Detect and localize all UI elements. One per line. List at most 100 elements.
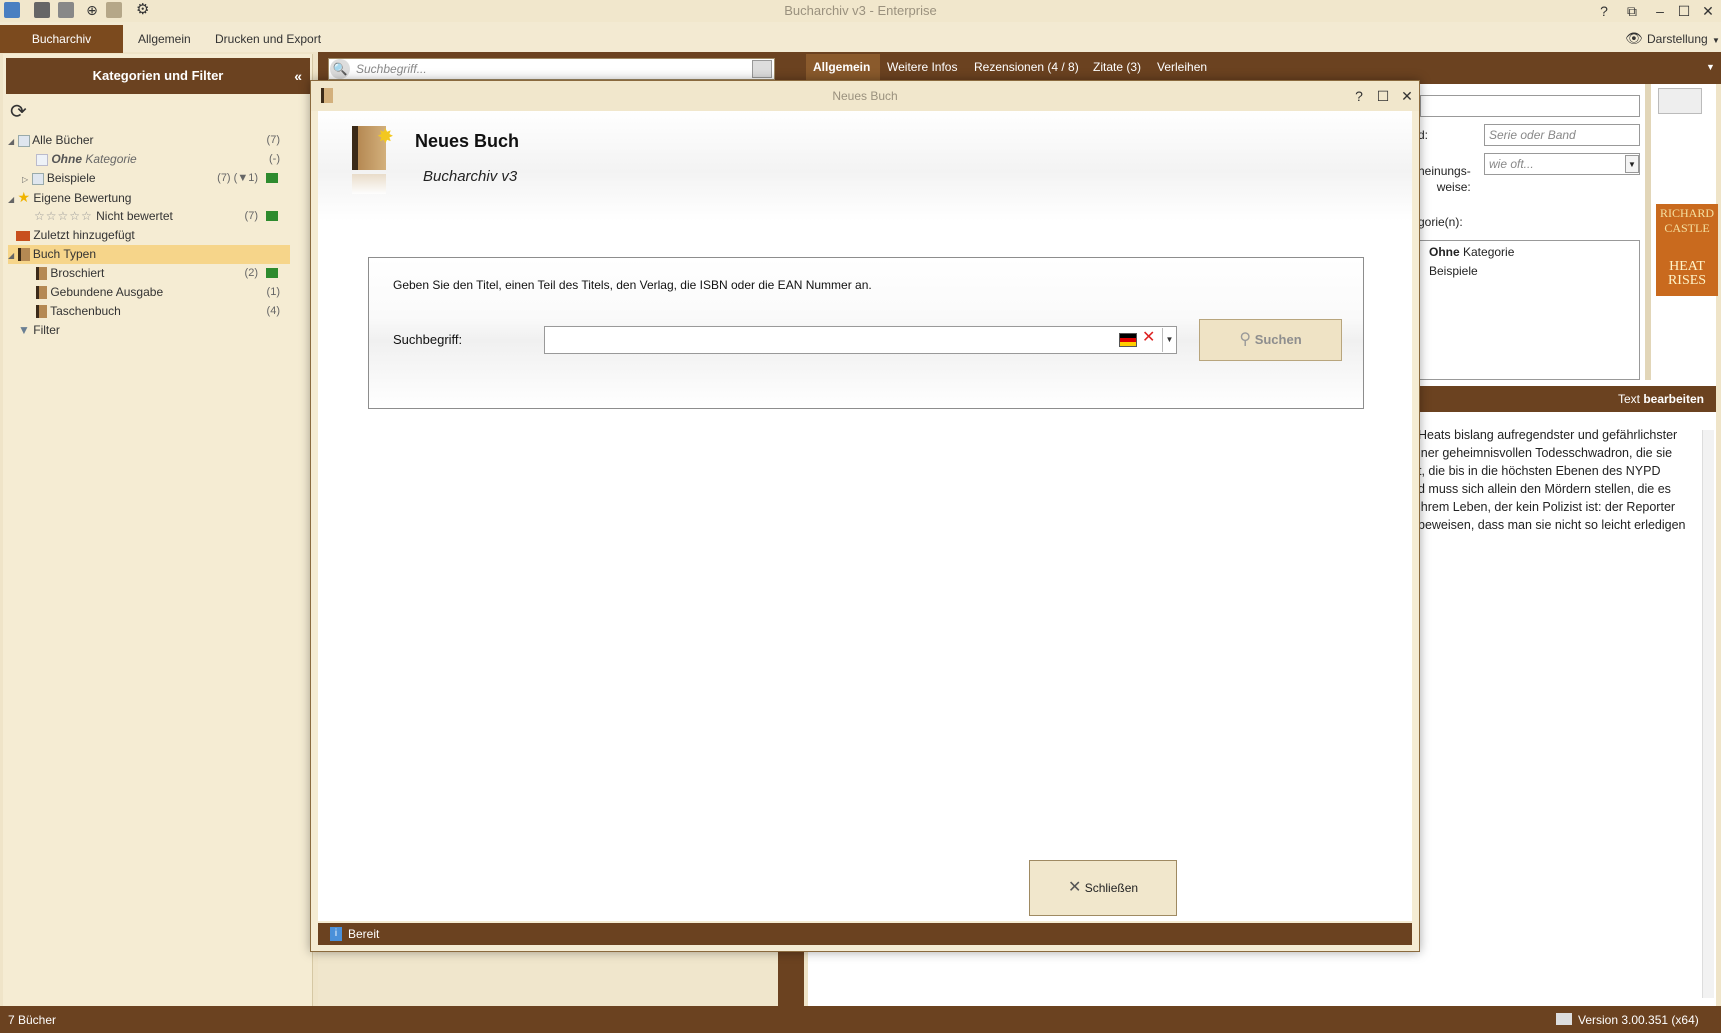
cover-image-menu-icon[interactable] [1658,88,1702,114]
tree-item-alle-buecher[interactable]: ◢ Alle Bücher (7) [8,131,280,150]
description-scrollbar[interactable] [1702,430,1714,998]
magnifier-icon: ⚲ [1239,331,1252,348]
close-dialog-button[interactable]: ✕ Schließen [1029,860,1177,916]
status-bar: 7 Bücher Version 3.00.351 (x64) [0,1006,1721,1033]
search-source-dropdown-icon[interactable]: ▼ [1162,328,1176,352]
tab-rezensionen[interactable]: Rezensionen (4 / 8) [974,60,1079,74]
book-type-icon [36,267,47,281]
tree-label: Kategorie [82,152,137,166]
close-window-button[interactable]: ✕ [1696,1,1720,21]
tree-count: (1) [266,286,280,298]
expand-icon[interactable]: ◢ [8,137,14,146]
tree-item-gebundene-ausgabe[interactable]: Gebundene Ausgabe (1) [36,283,280,302]
description-line: iner geheimnisvollen Todesschwadron, die… [1418,446,1673,460]
star-icon: ★ [17,189,31,205]
text-label: Text [1617,392,1644,406]
tab-drucken-export[interactable]: Drucken und Export [215,32,321,46]
tree-label: Gebundene Ausgabe [50,285,164,299]
info-icon: i [330,927,342,941]
expand-icon[interactable]: ◢ [8,251,14,260]
german-flag-icon[interactable] [1119,333,1137,347]
darstellung-menu[interactable]: Darstellung [1647,32,1708,46]
close-button-label: Schließen [1084,881,1139,895]
dialog-maximize-button[interactable]: ☐ [1371,86,1395,106]
erscheinungsweise-select[interactable]: wie oft... [1484,153,1640,175]
tree-label: Buch Typen [32,247,97,261]
expand-arrow-icon[interactable]: ▷ [22,175,28,184]
category-icon [31,172,44,185]
text-edit-link[interactable]: bearbeiten [1643,392,1704,406]
tree-label: Filter [33,323,60,337]
erscheinungsweise-dropdown-icon[interactable]: ▼ [1625,155,1639,173]
restore-layout-button[interactable]: ⧉ [1620,1,1644,21]
maximize-button[interactable]: ☐ [1672,1,1696,21]
filter-icon: ▼ [18,323,30,337]
tree-item-beispiele[interactable]: ▷ Beispiele (7) (▼1) [22,169,280,188]
collapse-sidebar-button[interactable]: « [294,58,302,94]
search-options-icon[interactable] [752,60,772,78]
tree-item-nicht-bewertet[interactable]: ☆☆☆☆☆ Nicht bewertet (7) [34,207,280,226]
dialog-window-title: Neues Buch [832,89,898,103]
tree-count: (7) [266,134,280,146]
tab-bucharchiv[interactable]: Bucharchiv [0,25,123,53]
description-line: ihrem Leben, der kein Polizist ist: der … [1418,500,1676,514]
ribbon: Bucharchiv Allgemein Drucken und Export … [0,22,1721,53]
tab-allgemein[interactable]: Allgemein [138,32,191,46]
category-item-bold: Ohne [1429,245,1460,259]
kategorie-label: gorie(n): [1418,215,1463,229]
tab-detail-allgemein[interactable]: Allgemein [813,60,870,74]
erscheinungsweise-label: heinungs- weise: [1418,164,1471,194]
tree-item-ohne-kategorie[interactable]: Ohne Kategorie (-) [36,150,280,169]
category-item[interactable]: Beispiele [1429,264,1478,278]
tree-item-broschiert[interactable]: Broschiert (2) [36,264,280,283]
tree-item-eigene-bewertung[interactable]: ◢ ★ Eigene Bewertung [8,188,280,207]
close-x-icon: ✕ [1067,879,1082,896]
expand-icon[interactable]: ◢ [8,195,14,204]
description-line: t, die bis in die höchsten Ebenen des NY… [1418,464,1661,478]
refresh-icon[interactable]: ⟳ [10,100,34,124]
dialog-subheading: Bucharchiv v3 [423,168,518,185]
dialog-close-button[interactable]: ✕ [1395,86,1419,106]
tree-item-buch-typen[interactable]: ◢ Buch Typen [8,245,290,264]
sparkle-icon: ✸ [377,126,394,148]
darstellung-dropdown-icon[interactable]: ▼ [1712,36,1720,45]
dialog-help-button[interactable]: ? [1347,86,1371,106]
dialog-status-bar: Bereit [318,923,1412,945]
tree-label: Broschiert [50,266,105,280]
band-input[interactable]: Serie oder Band [1484,124,1640,146]
tree-label: Beispiele [46,171,96,185]
help-button[interactable]: ? [1592,1,1616,21]
minimize-button[interactable]: – [1648,1,1672,21]
tab-verleihen[interactable]: Verleihen [1157,60,1207,74]
book-type-icon [36,286,47,300]
empty-stars-icon: ☆☆☆☆☆ [34,209,93,223]
tree-item-taschenbuch[interactable]: Taschenbuch (4) [36,302,280,321]
tree-count: (7) [244,210,258,222]
category-icon [36,153,48,166]
book-count: 7 Bücher [8,1013,57,1027]
tree-item-filter[interactable]: ▼ Filter [18,321,280,340]
category-item[interactable]: Ohne Kategorie [1429,245,1514,259]
book-type-icon [36,305,47,319]
tab-zitate[interactable]: Zitate (3) [1093,60,1141,74]
title-field[interactable] [1420,95,1640,117]
text-edit-bar[interactable]: Text bearbeiten [1420,386,1716,412]
description-line: beweisen, dass man sie nicht so leicht e… [1418,518,1686,532]
description-line: Heats bislang aufregendster und gefährli… [1418,428,1678,442]
tab-weitere-infos[interactable]: Weitere Infos [887,60,957,74]
tree-count: (-) [269,153,280,165]
cover-author: RICHARD CASTLE [1659,206,1714,235]
search-button[interactable]: ⚲ Suchen [1199,319,1342,361]
tree-label: Eigene Bewertung [33,191,132,205]
tree-item-zuletzt-hinzugefuegt[interactable]: Zuletzt hinzugefügt [16,226,280,245]
search-icon[interactable]: 🔍 [330,59,350,79]
tabs-overflow-icon[interactable]: ▼ [1706,62,1715,72]
tree-label-bold: Ohne [51,152,83,166]
clear-icon[interactable]: ✕ [1142,328,1158,348]
window-title: Bucharchiv v3 - Enterprise [784,3,937,18]
version-icon [1556,1013,1572,1025]
category-list[interactable]: Ohne Kategorie Beispiele [1418,240,1640,380]
search-term-input[interactable] [544,326,1177,354]
panel-divider[interactable] [1645,84,1651,380]
tree-count: (7) (▼1) [217,172,258,184]
